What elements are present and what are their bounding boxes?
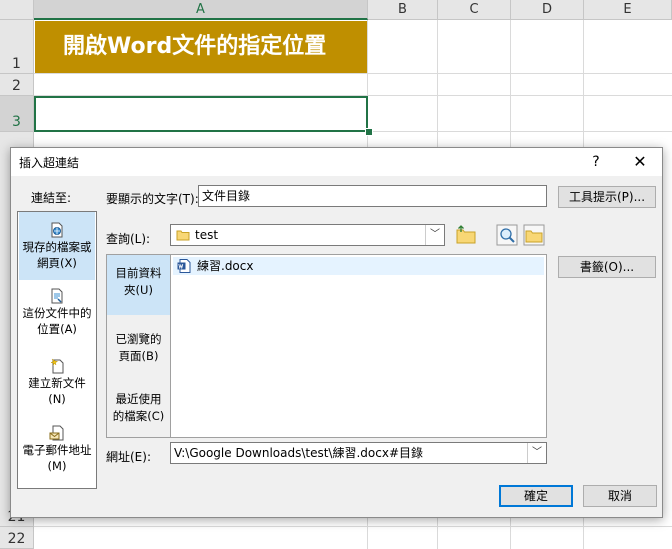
web-page-file-icon (51, 222, 63, 238)
row-header-2[interactable]: 2 (0, 74, 34, 96)
browsed-pages-label-1: 已瀏覽的 (115, 332, 162, 346)
link-to-place-label-2: 位置(A) (37, 322, 77, 336)
look-in-label: 查詢(L): (106, 232, 151, 246)
address-input[interactable]: V:\Google Downloads\test\練習.docx#目錄 ﹀ (170, 442, 547, 464)
link-to-new-document[interactable]: 建立新文件 (N) (19, 358, 95, 414)
link-to-new-label-2: (N) (48, 392, 66, 406)
column-header-c[interactable]: C (438, 0, 511, 20)
browse-file-button[interactable] (523, 224, 545, 246)
gridline (34, 526, 672, 527)
look-in-nav: 目前資料 夾(U) 已瀏覽的 頁面(B) 最近使用 的檔案(C) (106, 254, 170, 438)
new-document-icon (50, 358, 64, 374)
insert-hyperlink-dialog: 插入超連結 ? ✕ 連結至: 現存的檔案或 網頁(X) 這份文件中的 位置(A) (10, 147, 663, 518)
file-list[interactable]: 練習.docx (170, 254, 547, 438)
display-text-input[interactable]: 文件目錄 (198, 185, 547, 207)
help-button[interactable]: ? (586, 152, 606, 172)
select-all-corner[interactable] (0, 0, 34, 20)
cancel-button[interactable]: 取消 (583, 485, 657, 507)
screentip-button[interactable]: 工具提示(P)... (558, 186, 656, 208)
word-document-icon (177, 259, 191, 273)
row-header-22[interactable]: 22 (0, 527, 34, 549)
browse-web-button[interactable] (455, 224, 477, 246)
address-value: V:\Google Downloads\test\練習.docx#目錄 (174, 446, 424, 460)
link-to-panel: 現存的檔案或 網頁(X) 這份文件中的 位置(A) 建立新文件 (N) 電子郵件… (17, 211, 97, 489)
link-to-email-address[interactable]: 電子郵件地址 (M) (19, 425, 95, 483)
look-in-value: test (195, 228, 219, 242)
title-cell-a1[interactable]: 開啟Word文件的指定位置 (35, 21, 367, 73)
document-place-icon (51, 288, 63, 304)
list-item[interactable]: 練習.docx (173, 257, 544, 275)
gridline (34, 73, 672, 74)
column-header-d[interactable]: D (511, 0, 584, 20)
web-search-icon (496, 224, 518, 246)
file-name: 練習.docx (197, 259, 254, 273)
column-header-e[interactable]: E (584, 0, 672, 20)
browse-web-search-button[interactable] (496, 224, 518, 246)
chevron-down-icon: ﹀ (425, 225, 444, 245)
current-folder-label-2: 夾(U) (124, 283, 153, 297)
bookmark-button[interactable]: 書籤(O)... (558, 256, 656, 278)
folder-icon (176, 230, 190, 241)
fill-handle[interactable] (365, 128, 373, 136)
ok-button[interactable]: 確定 (499, 485, 573, 507)
recent-files-label-2: 的檔案(C) (112, 409, 165, 423)
row-header-1[interactable]: 1 (0, 20, 34, 74)
link-to-email-label-2: (M) (47, 459, 67, 473)
folder-up-icon (456, 225, 476, 244)
link-to-existing-label-1: 現存的檔案或 (22, 240, 92, 254)
active-cell-a3[interactable] (34, 96, 368, 132)
browsed-pages-label-2: 頁面(B) (118, 349, 159, 363)
link-to-existing-file[interactable]: 現存的檔案或 網頁(X) (19, 212, 95, 280)
row-header-3[interactable]: 3 (0, 96, 34, 132)
address-label: 網址(E): (106, 450, 151, 464)
look-in-dropdown[interactable]: test ﹀ (170, 224, 445, 246)
recent-files-tab[interactable]: 最近使用 的檔案(C) (107, 381, 170, 439)
current-folder-tab[interactable]: 目前資料 夾(U) (107, 255, 170, 315)
link-to-place-label-1: 這份文件中的 (22, 306, 92, 320)
dialog-title: 插入超連結 (19, 156, 80, 170)
link-to-label: 連結至: (31, 191, 72, 205)
display-text-label: 要顯示的文字(T): (106, 192, 199, 206)
link-to-email-label-1: 電子郵件地址 (22, 443, 92, 457)
column-header-b[interactable]: B (368, 0, 438, 20)
link-to-new-label-1: 建立新文件 (28, 376, 86, 390)
email-address-icon (49, 425, 64, 441)
column-header-a[interactable]: A (34, 0, 368, 20)
chevron-down-icon[interactable]: ﹀ (527, 443, 546, 463)
dialog-titlebar[interactable]: 插入超連結 ? ✕ (11, 148, 662, 176)
link-to-place-in-document[interactable]: 這份文件中的 位置(A) (19, 288, 95, 348)
recent-files-label-1: 最近使用 (115, 392, 162, 406)
current-folder-label-1: 目前資料 (115, 266, 162, 280)
close-button[interactable]: ✕ (629, 151, 651, 173)
open-folder-icon (523, 224, 545, 246)
browsed-pages-tab[interactable]: 已瀏覽的 頁面(B) (107, 321, 170, 379)
link-to-existing-label-2: 網頁(X) (37, 256, 77, 270)
